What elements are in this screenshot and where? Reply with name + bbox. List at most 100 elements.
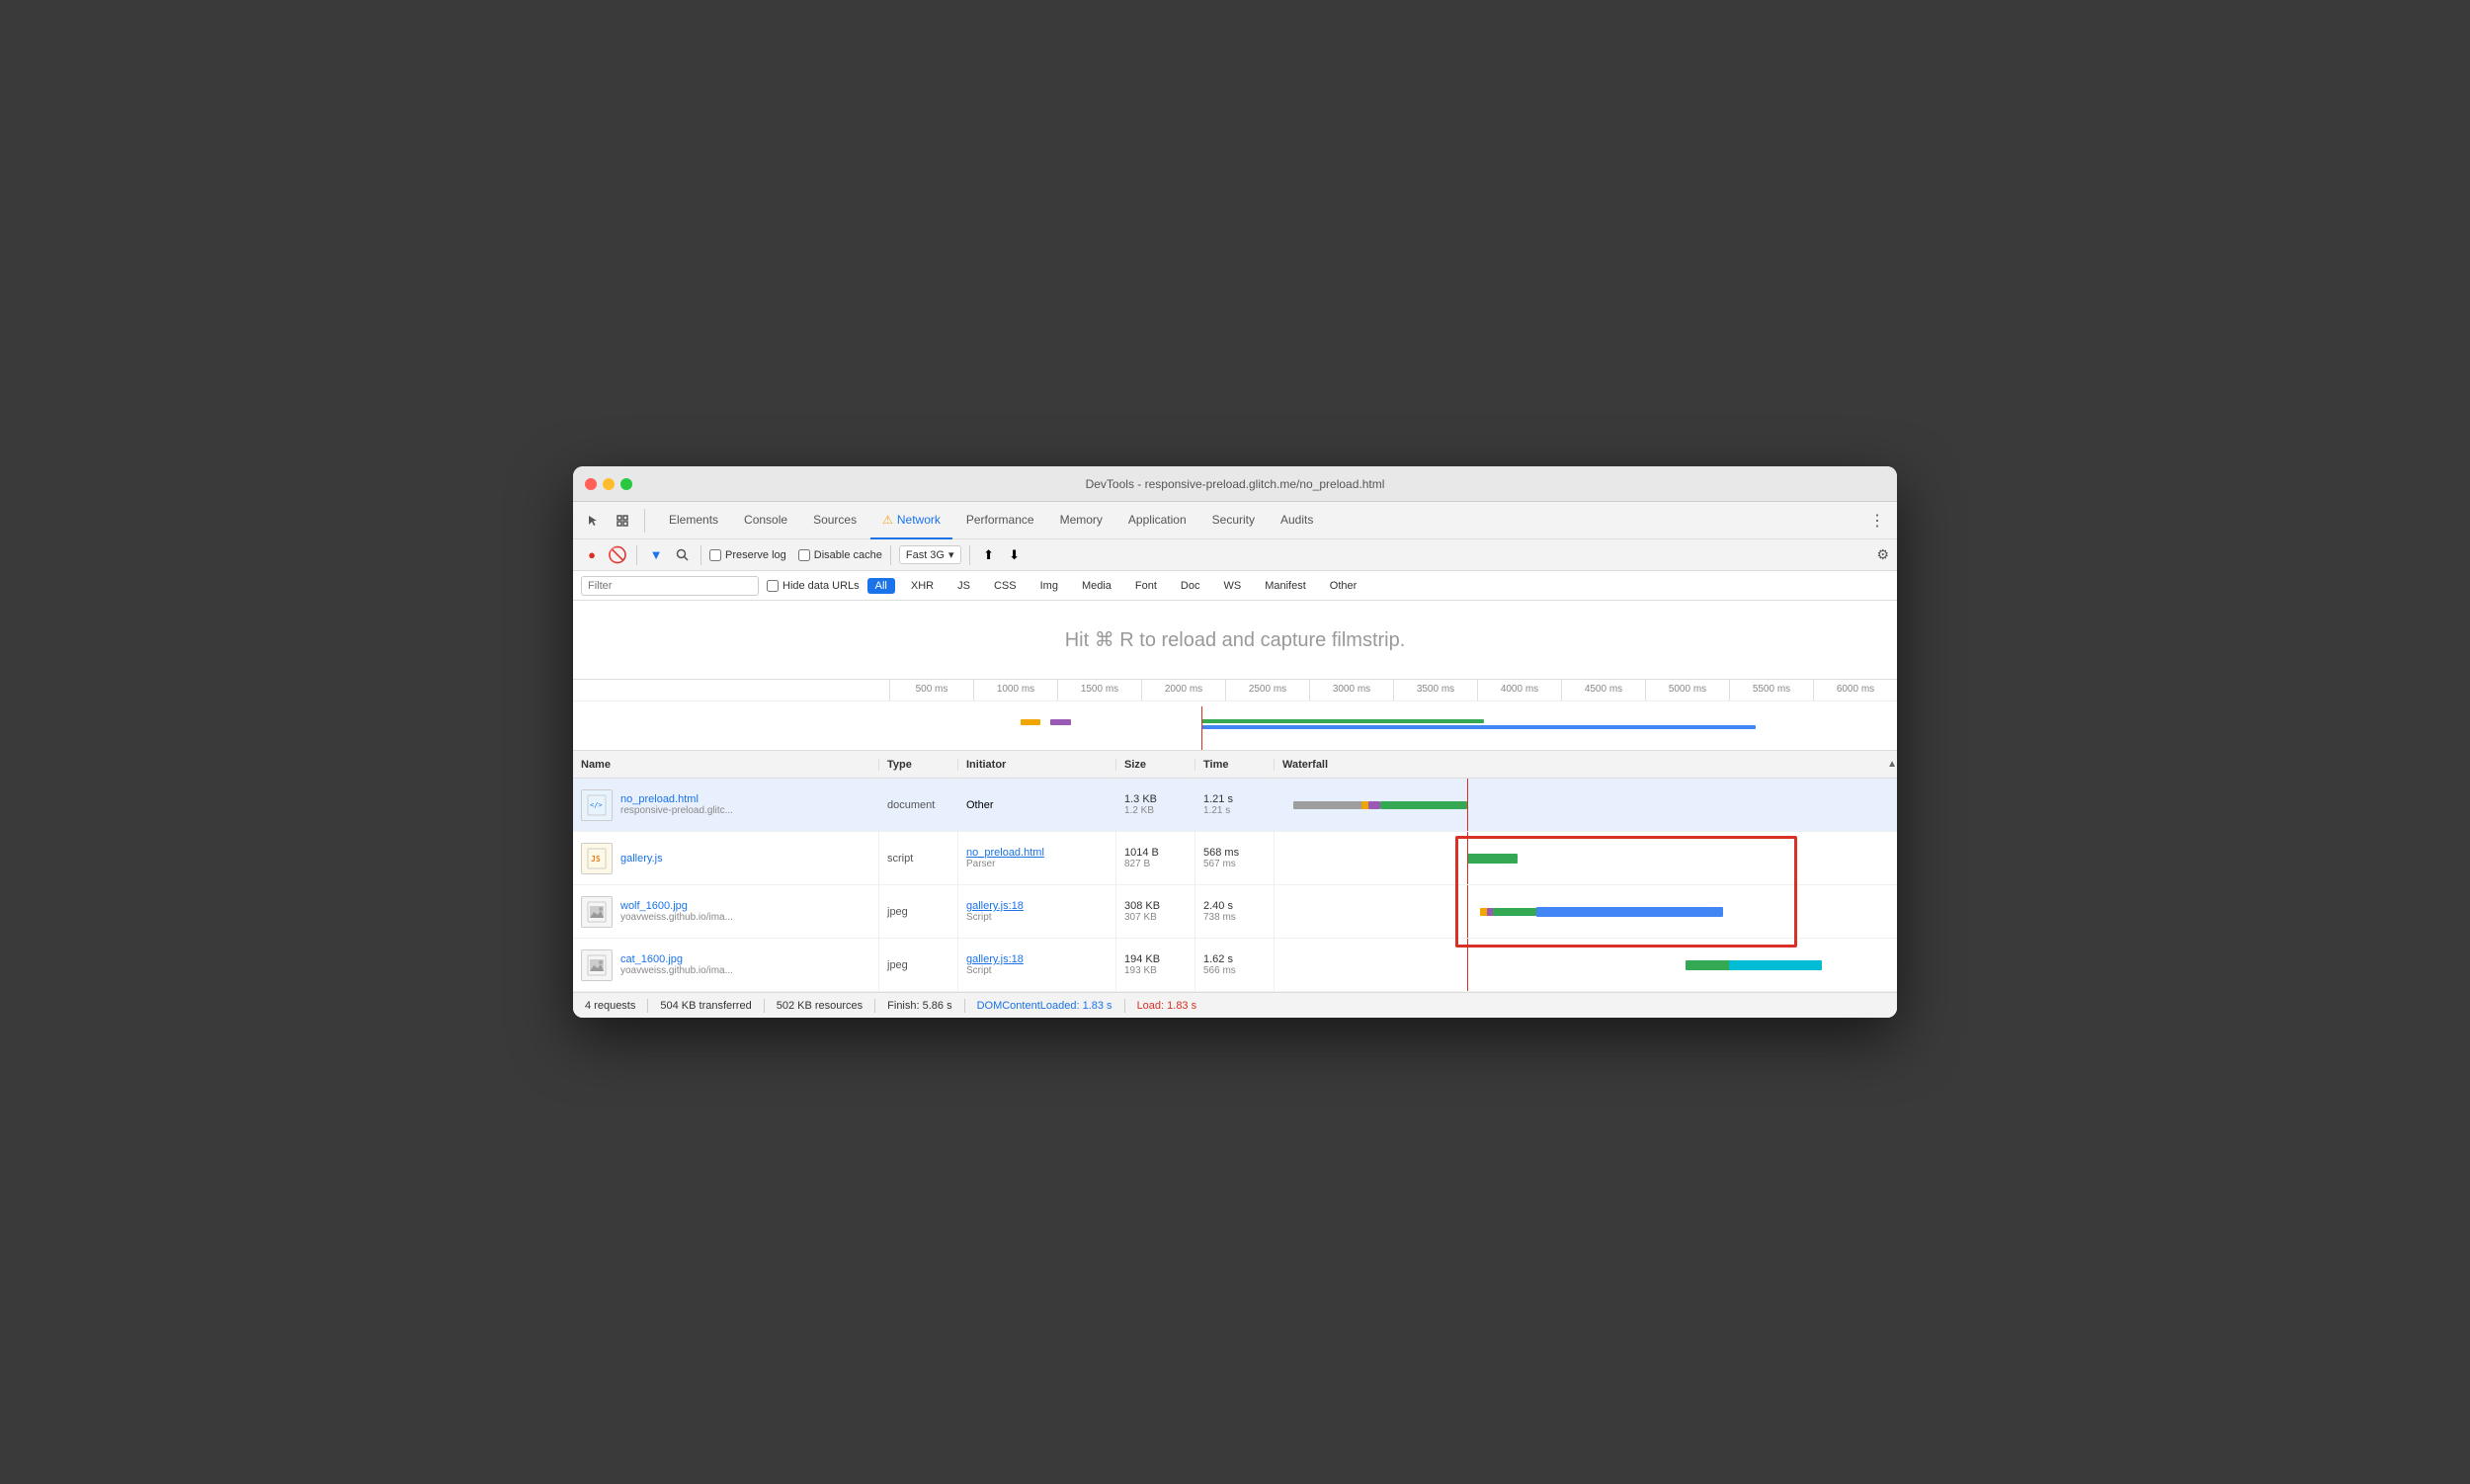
tab-performance[interactable]: Performance	[954, 502, 1046, 539]
cell-initiator-0: Other	[958, 779, 1116, 831]
cell-waterfall-3	[1275, 939, 1897, 991]
maximize-button[interactable]	[620, 478, 632, 490]
status-load: Load: 1.83 s	[1137, 1000, 1197, 1012]
cell-size-3: 194 KB 193 KB	[1116, 939, 1195, 991]
header-size[interactable]: Size	[1116, 759, 1195, 771]
cell-initiator-2: gallery.js:18 Script	[958, 885, 1116, 938]
tick-5000: 5000 ms	[1645, 680, 1729, 701]
devtools-body: Elements Console Sources ⚠ Network Perfo…	[573, 502, 1897, 1018]
tick-500: 500 ms	[889, 680, 973, 701]
cursor-icon[interactable]	[581, 509, 605, 533]
cell-type-0: document	[879, 779, 958, 831]
minimize-button[interactable]	[603, 478, 615, 490]
cell-waterfall-0	[1275, 779, 1897, 831]
tab-network[interactable]: ⚠ Network	[870, 502, 952, 539]
tick-2500: 2500 ms	[1225, 680, 1309, 701]
status-divider-3	[874, 999, 875, 1013]
timeline-bars	[889, 701, 1897, 751]
filter-type-manifest[interactable]: Manifest	[1257, 578, 1314, 594]
svg-text:</>: </>	[590, 801, 603, 809]
file-icon-js: JS	[581, 843, 613, 874]
titlebar: DevTools - responsive-preload.glitch.me/…	[573, 466, 1897, 502]
table-row[interactable]: cat_1600.jpg yoavweiss.github.io/ima... …	[573, 939, 1897, 992]
filter-type-js[interactable]: JS	[949, 578, 978, 594]
import-button[interactable]: ⬆	[978, 544, 1000, 566]
tab-sources[interactable]: Sources	[801, 502, 868, 539]
throttle-select[interactable]: Fast 3G ▾	[899, 545, 961, 564]
tick-4000: 4000 ms	[1477, 680, 1561, 701]
tab-application[interactable]: Application	[1116, 502, 1198, 539]
cell-name-2: wolf_1600.jpg yoavweiss.github.io/ima...	[573, 885, 879, 938]
cell-type-1: script	[879, 832, 958, 884]
table-header: Name Type Initiator Size Time Waterfall …	[573, 751, 1897, 779]
file-icon-wolf	[581, 896, 613, 928]
traffic-lights	[585, 478, 632, 490]
status-transferred: 504 KB transferred	[660, 1000, 751, 1012]
cell-waterfall-2	[1275, 885, 1897, 938]
header-type[interactable]: Type	[879, 759, 958, 771]
cell-name-0: </> no_preload.html responsive-preload.g…	[573, 779, 879, 831]
filter-type-css[interactable]: CSS	[986, 578, 1025, 594]
cell-waterfall-1	[1275, 832, 1897, 884]
hide-data-urls-checkbox[interactable]: Hide data URLs	[767, 580, 860, 592]
table-row[interactable]: </> no_preload.html responsive-preload.g…	[573, 779, 1897, 832]
header-name[interactable]: Name	[573, 759, 879, 771]
toolbar-divider-2	[700, 545, 701, 565]
toolbar-divider-4	[969, 545, 970, 565]
inspect-icon[interactable]	[611, 509, 634, 533]
table-row[interactable]: JS gallery.js script no_preload.html Par…	[573, 832, 1897, 885]
export-button[interactable]: ⬇	[1004, 544, 1026, 566]
timeline-ruler: 500 ms 1000 ms 1500 ms 2000 ms 2500 ms 3…	[573, 680, 1897, 751]
status-divider-2	[764, 999, 765, 1013]
network-warning-icon: ⚠	[882, 513, 893, 527]
header-initiator[interactable]: Initiator	[958, 759, 1116, 771]
preserve-log-checkbox[interactable]: Preserve log	[709, 549, 786, 561]
search-icon[interactable]	[671, 544, 693, 566]
cell-time-1: 568 ms 567 ms	[1195, 832, 1275, 884]
filter-type-doc[interactable]: Doc	[1173, 578, 1208, 594]
filter-type-ws[interactable]: WS	[1215, 578, 1249, 594]
filter-icon[interactable]: ▼	[645, 544, 667, 566]
cell-name-1: JS gallery.js	[573, 832, 879, 884]
filter-type-font[interactable]: Font	[1127, 578, 1165, 594]
close-button[interactable]	[585, 478, 597, 490]
network-toolbar: ● 🚫 ▼ Preserve log Disable cache Fa	[573, 539, 1897, 571]
file-icon-html: </>	[581, 789, 613, 821]
filter-type-media[interactable]: Media	[1074, 578, 1119, 594]
tick-6000: 6000 ms	[1813, 680, 1897, 701]
disable-cache-checkbox[interactable]: Disable cache	[798, 549, 882, 561]
tab-console[interactable]: Console	[732, 502, 799, 539]
cell-type-3: jpeg	[879, 939, 958, 991]
header-waterfall[interactable]: Waterfall ▲	[1275, 759, 1897, 771]
status-divider-1	[647, 999, 648, 1013]
tab-memory[interactable]: Memory	[1048, 502, 1114, 539]
tab-bar: Elements Console Sources ⚠ Network Perfo…	[573, 502, 1897, 539]
network-table: Name Type Initiator Size Time Waterfall …	[573, 751, 1897, 992]
window-title: DevTools - responsive-preload.glitch.me/…	[1086, 477, 1385, 491]
more-tabs-button[interactable]: ⋮	[1865, 509, 1889, 533]
filter-type-xhr[interactable]: XHR	[903, 578, 942, 594]
tab-elements[interactable]: Elements	[657, 502, 730, 539]
toolbar-divider-1	[636, 545, 637, 565]
file-icon-cat	[581, 949, 613, 981]
tab-security[interactable]: Security	[1200, 502, 1267, 539]
status-finish: Finish: 5.86 s	[887, 1000, 951, 1012]
status-divider-4	[964, 999, 965, 1013]
filter-type-img[interactable]: Img	[1032, 578, 1066, 594]
table-row[interactable]: wolf_1600.jpg yoavweiss.github.io/ima...…	[573, 885, 1897, 939]
header-time[interactable]: Time	[1195, 759, 1275, 771]
clear-button[interactable]: 🚫	[607, 544, 628, 566]
devtools-window: DevTools - responsive-preload.glitch.me/…	[573, 466, 1897, 1018]
record-button[interactable]: ●	[581, 544, 603, 566]
cell-size-1: 1014 B 827 B	[1116, 832, 1195, 884]
tab-bar-icons	[581, 509, 645, 533]
cell-type-2: jpeg	[879, 885, 958, 938]
filter-type-other[interactable]: Other	[1322, 578, 1365, 594]
cell-name-3: cat_1600.jpg yoavweiss.github.io/ima...	[573, 939, 879, 991]
cell-initiator-1: no_preload.html Parser	[958, 832, 1116, 884]
tab-audits[interactable]: Audits	[1269, 502, 1325, 539]
svg-text:JS: JS	[591, 855, 601, 864]
settings-icon[interactable]: ⚙	[1876, 546, 1889, 563]
filter-type-all[interactable]: All	[867, 578, 895, 594]
filter-input[interactable]	[581, 576, 759, 596]
